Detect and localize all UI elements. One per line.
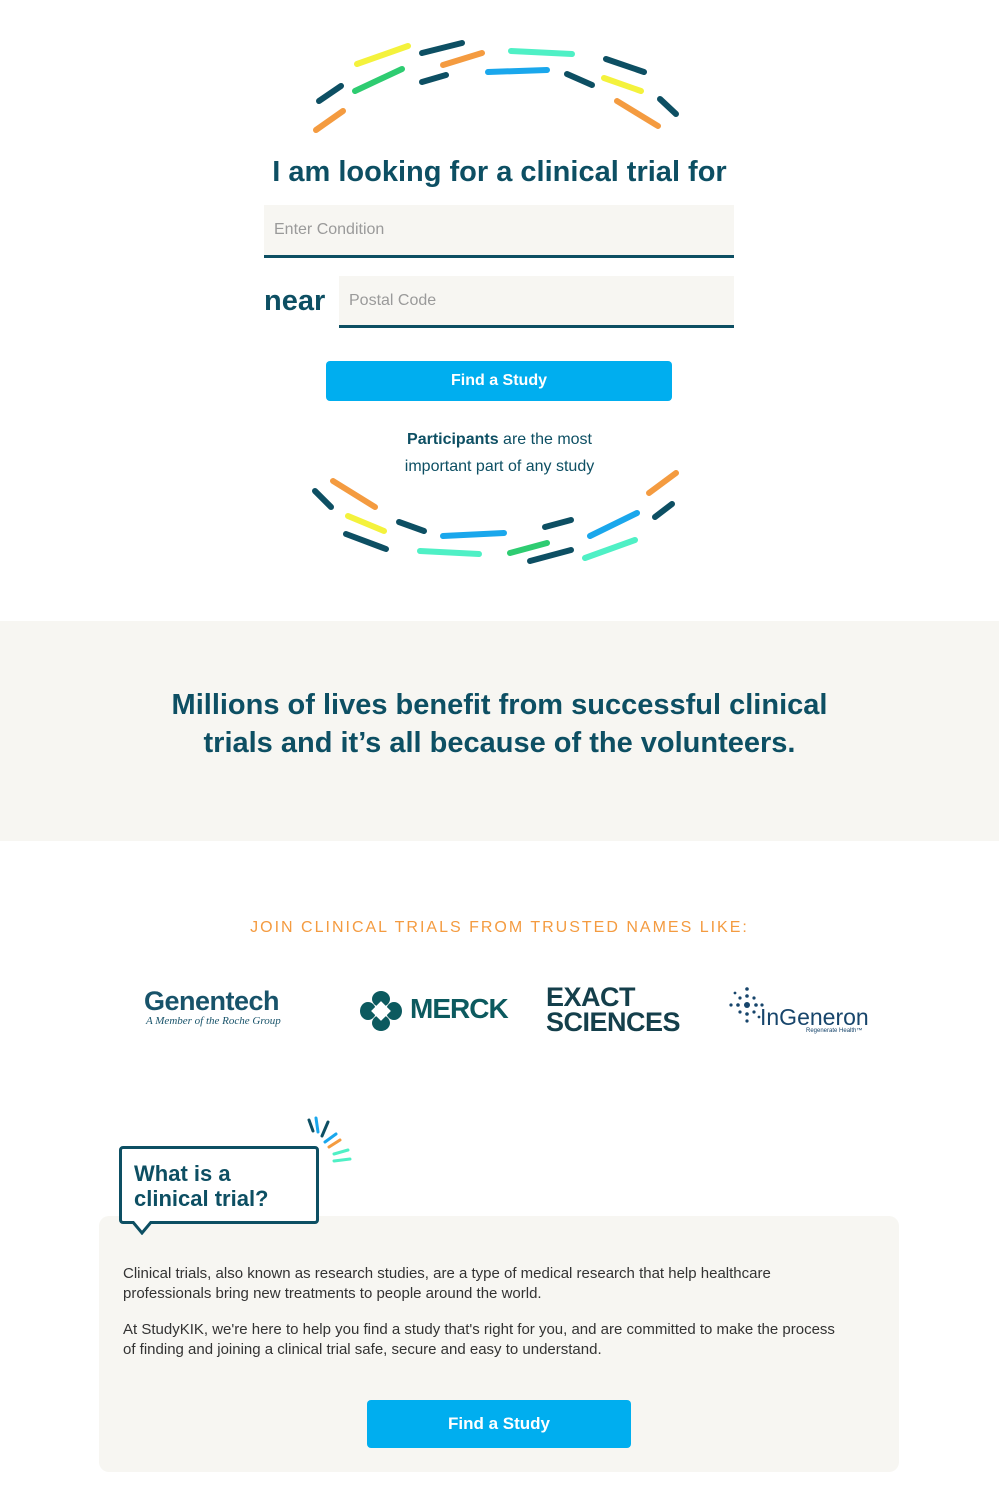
trusted-names-heading: JOIN CLINICAL TRIALS FROM TRUSTED NAMES … xyxy=(250,919,749,936)
search-headline: I am looking for a clinical trial for xyxy=(272,156,727,188)
speech-bubble-tail xyxy=(131,1221,153,1235)
what-is-clinical-trial-title: What is a clinical trial? xyxy=(134,1161,314,1211)
genentech-logo-text: Genentech xyxy=(144,986,280,1016)
participants-text: Participants are the most important part… xyxy=(0,426,999,480)
volunteers-statement: Millions of lives benefit from successfu… xyxy=(0,686,999,762)
find-study-button-bottom[interactable]: Find a Study xyxy=(367,1400,631,1448)
title-line-1: What is a xyxy=(134,1161,231,1186)
info-paragraph-1: Clinical trials, also known as research … xyxy=(123,1265,771,1302)
participants-rest-2: important part of any study xyxy=(404,458,595,475)
participants-rest-1: are the most xyxy=(498,431,592,448)
exact-sciences-line-2: SCIENCES xyxy=(546,1007,681,1037)
merck-logo-text: MERCK xyxy=(410,993,509,1024)
exact-sciences-logo: EXACT SCIENCES xyxy=(546,984,681,1037)
volunteers-line-2: trials and it’s all because of the volun… xyxy=(203,727,796,759)
find-study-button-top[interactable]: Find a Study xyxy=(326,361,672,401)
merck-logo-icon xyxy=(360,991,402,1031)
condition-input[interactable] xyxy=(264,205,734,258)
genentech-logo-subtext: A Member of the Roche Group xyxy=(146,1015,281,1027)
title-line-2: clinical trial? xyxy=(134,1186,269,1211)
ingeneron-logo-subtext: Regenerate Health™ xyxy=(806,1028,863,1034)
volunteers-line-1: Millions of lives benefit from successfu… xyxy=(171,689,828,721)
info-paragraph-2: At StudyKIK, we're here to help you find… xyxy=(123,1321,835,1358)
participants-bold: Participants xyxy=(407,431,499,448)
genentech-logo: Genentech A Member of the Roche Group xyxy=(144,986,281,1027)
ingeneron-logo-text: InGeneron xyxy=(760,1004,869,1030)
postal-code-input[interactable] xyxy=(339,276,734,328)
near-label: near xyxy=(264,285,326,317)
